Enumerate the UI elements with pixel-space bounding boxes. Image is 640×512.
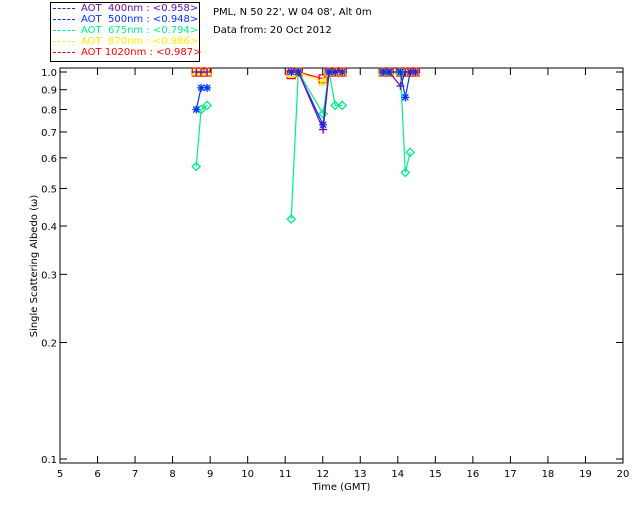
series-line xyxy=(195,104,208,167)
x-tick-label: 7 xyxy=(132,469,138,480)
y-tick-label: 0.1 xyxy=(41,455,57,466)
y-tick-label: 1.0 xyxy=(41,68,57,79)
series-line xyxy=(290,69,343,220)
x-tick-label: 9 xyxy=(207,469,213,480)
x-tick-label: 18 xyxy=(542,469,555,480)
y-tick-label: 0.4 xyxy=(41,222,57,233)
data-point-star xyxy=(401,93,410,102)
y-axis-label: Single Scattering Albedo (ω) xyxy=(29,195,40,338)
x-tick-label: 13 xyxy=(354,469,367,480)
x-tick-label: 11 xyxy=(279,469,292,480)
x-tick-label: 8 xyxy=(169,469,175,480)
x-tick-label: 12 xyxy=(316,469,329,480)
y-tick-label: 0.7 xyxy=(41,128,57,139)
albedo-chart: 5 6 7 8 9 10 11 12 13 14 15 16 17 18 19 20 1.0 0.9 0.8 0.7 0… xyxy=(29,66,630,493)
y-tick-label: 0.8 xyxy=(41,106,57,117)
data-point-star xyxy=(192,105,201,114)
x-tick-label: 20 xyxy=(617,469,630,480)
x-tick-label: 19 xyxy=(579,469,592,480)
data-point-plus xyxy=(319,125,328,134)
data-point-star xyxy=(203,83,212,92)
x-tick-label: 10 xyxy=(241,469,254,480)
x-tick-label: 15 xyxy=(429,469,442,480)
x-tick-label: 16 xyxy=(466,469,479,480)
y-tick-label: 0.6 xyxy=(41,154,57,165)
y-tick-label: 0.5 xyxy=(41,184,57,195)
x-tick-label: 5 xyxy=(57,469,63,480)
plot-frame xyxy=(59,67,624,464)
x-axis-label: Time (GMT) xyxy=(312,482,371,493)
x-tick-label: 17 xyxy=(504,469,517,480)
series-line xyxy=(383,71,411,173)
x-tick-label: 6 xyxy=(94,469,100,480)
x-tick-label: 14 xyxy=(391,469,404,480)
y-tick-label: 0.2 xyxy=(41,339,57,350)
y-tick-label: 0.3 xyxy=(41,270,57,281)
y-tick-label: 0.9 xyxy=(41,86,57,97)
